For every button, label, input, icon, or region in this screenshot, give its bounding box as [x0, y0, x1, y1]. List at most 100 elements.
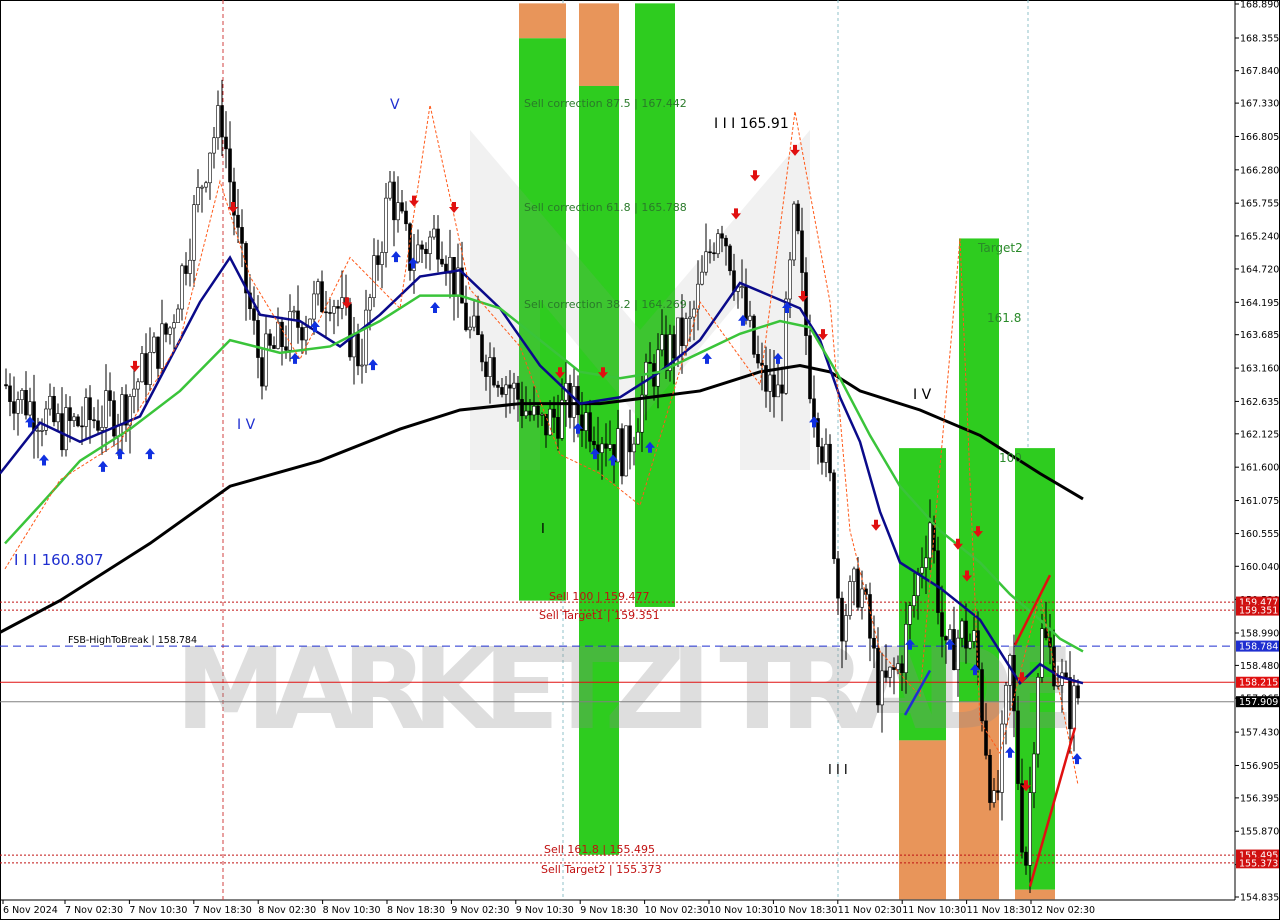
candle-body [1052, 646, 1056, 687]
candle-body [544, 413, 548, 436]
y-tick-label: 168.355 [1240, 33, 1279, 44]
candle-body [320, 281, 324, 313]
candle-body [688, 316, 692, 319]
candle-body [228, 148, 232, 183]
annotation-text: Sell correction 38.2 | 164.269 [524, 298, 687, 311]
level-label: FSB-HighToBreak | 158.784 [68, 635, 197, 646]
candle-body [96, 420, 100, 431]
candle-body [724, 237, 728, 247]
candle-body [336, 306, 340, 309]
price-tag-label: 155.373 [1239, 858, 1278, 869]
candle-body [1056, 685, 1060, 687]
candle-body [264, 333, 268, 387]
watermark-text: MARKETZI TRADE [175, 625, 1075, 755]
candle-body [740, 286, 744, 288]
candle-body [40, 430, 44, 432]
candle-body [700, 271, 704, 285]
candle-body [1024, 851, 1028, 866]
candle-body [528, 410, 532, 416]
y-tick-label: 157.430 [1240, 728, 1279, 739]
candle-body [788, 259, 792, 300]
candle-body [680, 317, 684, 347]
x-tick-label: 6 Nov 2024 [3, 905, 58, 916]
candle-body [888, 666, 892, 678]
candle-body [604, 443, 608, 449]
candle-body [708, 251, 712, 254]
candle-body [836, 558, 840, 599]
candle-body [532, 405, 536, 416]
price-tag-label: 158.784 [1239, 642, 1278, 653]
candle-body [464, 302, 468, 331]
candle-body [748, 315, 752, 321]
price-chart[interactable]: MARKETZI TRADE FSB-HighToBreak | 158.784… [0, 0, 1280, 920]
candle-body [56, 413, 60, 423]
candle-body [12, 401, 16, 414]
y-tick-label: 166.805 [1240, 132, 1279, 143]
candle-body [384, 197, 388, 253]
x-tick-label: 7 Nov 02:30 [65, 905, 123, 916]
candle-body [1012, 655, 1016, 712]
candle-body [908, 605, 912, 625]
candle-body [560, 399, 564, 439]
candle-body [144, 353, 148, 385]
candle-body [656, 349, 660, 387]
candle-body [72, 416, 76, 421]
orange-zone [1015, 889, 1055, 900]
annotation-text: I V [913, 387, 932, 403]
candle-body [208, 152, 212, 184]
candle-body [496, 384, 500, 388]
candle-body [260, 357, 264, 387]
candle-body [992, 790, 996, 803]
candle-body [48, 395, 52, 410]
candle-body [1004, 685, 1008, 725]
candle-body [968, 641, 972, 649]
candle-body [432, 228, 436, 238]
candle-body [600, 443, 604, 453]
candle-body [456, 267, 460, 297]
level-label: Sell 100 | 159.477 [549, 590, 650, 603]
x-tick-label: 11 Nov 02:30 [838, 905, 902, 916]
x-tick-label: 12 Nov 02:30 [1031, 905, 1095, 916]
candle-body [204, 182, 208, 188]
candle-body [1076, 685, 1080, 699]
candle-body [364, 309, 368, 366]
y-tick-label: 161.600 [1240, 463, 1279, 474]
candle-body [324, 311, 328, 314]
candle-body [272, 345, 276, 349]
x-tick-label: 8 Nov 10:30 [323, 905, 381, 916]
y-tick-label: 156.395 [1240, 793, 1279, 804]
candle-body [76, 416, 80, 427]
candle-body [112, 400, 116, 437]
y-tick-label: 168.890 [1240, 0, 1279, 11]
candle-body [120, 394, 124, 426]
y-tick-label: 160.040 [1240, 562, 1279, 573]
y-tick-label: 158.480 [1240, 661, 1279, 672]
candle-body [100, 427, 104, 431]
candle-body [376, 255, 380, 265]
candle-body [160, 323, 164, 369]
candle-body [404, 210, 408, 225]
candle-body [388, 181, 392, 199]
x-tick-label: 9 Nov 10:30 [516, 905, 574, 916]
candle-body [672, 334, 676, 359]
candle-body [28, 401, 32, 416]
candle-body [88, 397, 92, 421]
candle-body [924, 557, 928, 568]
candle-body [952, 629, 956, 671]
orange-zone [579, 3, 619, 86]
y-tick-label: 165.755 [1240, 199, 1279, 210]
candle-body [348, 303, 352, 358]
candle-body [172, 322, 176, 329]
candle-body [780, 384, 784, 394]
candle-body [16, 399, 20, 414]
candle-body [816, 418, 820, 447]
candle-body [832, 472, 836, 560]
candle-body [488, 357, 492, 377]
candle-body [476, 315, 480, 335]
candle-body [588, 412, 592, 442]
annotation-text: I [541, 522, 545, 537]
candle-body [396, 202, 400, 221]
candle-body [92, 419, 96, 422]
candle-body [784, 298, 788, 394]
candle-body [420, 244, 424, 250]
